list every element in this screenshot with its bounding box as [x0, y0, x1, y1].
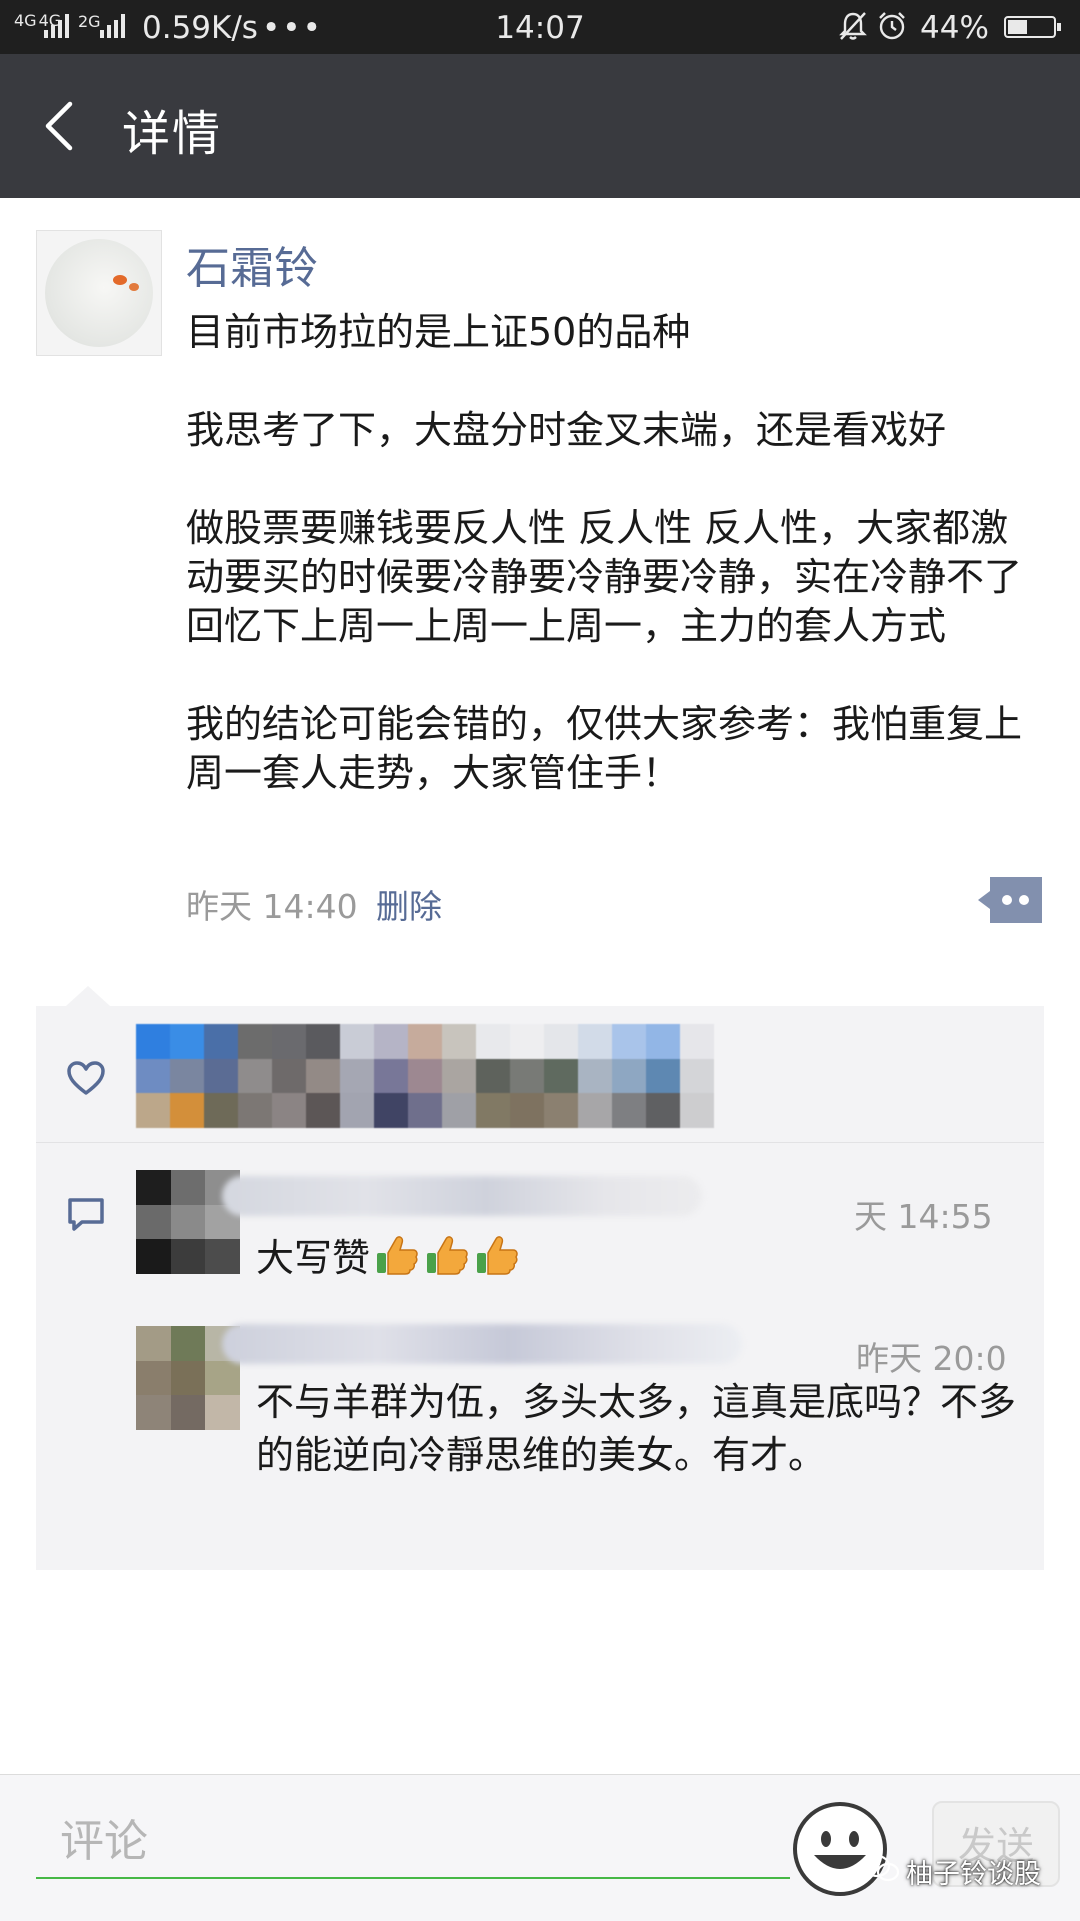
- comment-input[interactable]: [36, 1811, 790, 1879]
- post-paragraph: 做股票要赚钱要反人性 反人性 反人性，大家都激动要买的时候要冷静要冷静要冷静，实…: [186, 506, 1023, 648]
- likes-row: [36, 1006, 1044, 1143]
- commenter-name-blurred: [222, 1324, 742, 1364]
- post-content: 目前市场拉的是上证50的品种 我思考了下，大盘分时金叉末端，还是看戏好 做股票要…: [186, 308, 1036, 798]
- more-options-button[interactable]: [978, 877, 1042, 923]
- post-timestamp: 昨天 14:40: [186, 887, 358, 926]
- post-paragraph: 我思考了下，大盘分时金叉末端，还是看戏好: [186, 408, 947, 452]
- page-title: 详情: [122, 106, 223, 162]
- post-paragraph: 目前市场拉的是上证50的品种: [186, 310, 691, 354]
- mute-bell-icon: [839, 12, 867, 40]
- comment-timestamp: 天 14:55: [854, 1197, 993, 1236]
- navigation-bar: 详情: [0, 54, 1080, 198]
- thumbs-up-emoji-icon: [377, 1236, 418, 1275]
- author-name[interactable]: 石霜铃: [186, 232, 318, 296]
- thumbs-up-emoji-icon: [477, 1236, 518, 1275]
- thumbs-up-emoji-icon: [427, 1236, 468, 1275]
- likes-comments-panel: 天 14:55 大写赞 昨天 20:0 不与羊群为伍，多头太多，這真是底吗？不多…: [36, 1006, 1044, 1570]
- commenter-name-blurred: [222, 1176, 702, 1216]
- comment-input-bar: 发送: [0, 1774, 1080, 1921]
- back-arrow-icon[interactable]: [40, 100, 80, 152]
- status-bar: 4G 4G 2G 0.59K/s ••• 14:07 44%: [0, 0, 1080, 54]
- comment-bubble-icon: [68, 1198, 104, 1231]
- comment-text-content: 大写赞: [256, 1236, 371, 1280]
- comment-text: 大写赞: [256, 1232, 520, 1285]
- wechat-logo-icon: [863, 1854, 900, 1882]
- comment-text: 不与羊群为伍，多头太多，這真是底吗？不多的能逆向冷靜思维的美女。有才。: [256, 1380, 1017, 1477]
- watermark: 柚子铃谈股: [906, 1859, 1041, 1890]
- heart-icon: [67, 1061, 105, 1095]
- status-time: 14:07: [495, 10, 585, 46]
- post-paragraph: 我的结论可能会错的，仅供大家参考：我怕重复上周一套人走势，大家管住手！: [186, 702, 1023, 795]
- battery-percentage: 44%: [920, 10, 989, 46]
- comment-timestamp: 昨天 20:0: [856, 1339, 1007, 1378]
- author-avatar[interactable]: [36, 230, 162, 356]
- comment-box-pointer: [66, 986, 110, 1006]
- liked-users-avatars[interactable]: [136, 1024, 714, 1128]
- alarm-clock-icon: [879, 12, 905, 40]
- delete-button[interactable]: 删除: [376, 880, 442, 928]
- battery-icon: [1004, 16, 1061, 38]
